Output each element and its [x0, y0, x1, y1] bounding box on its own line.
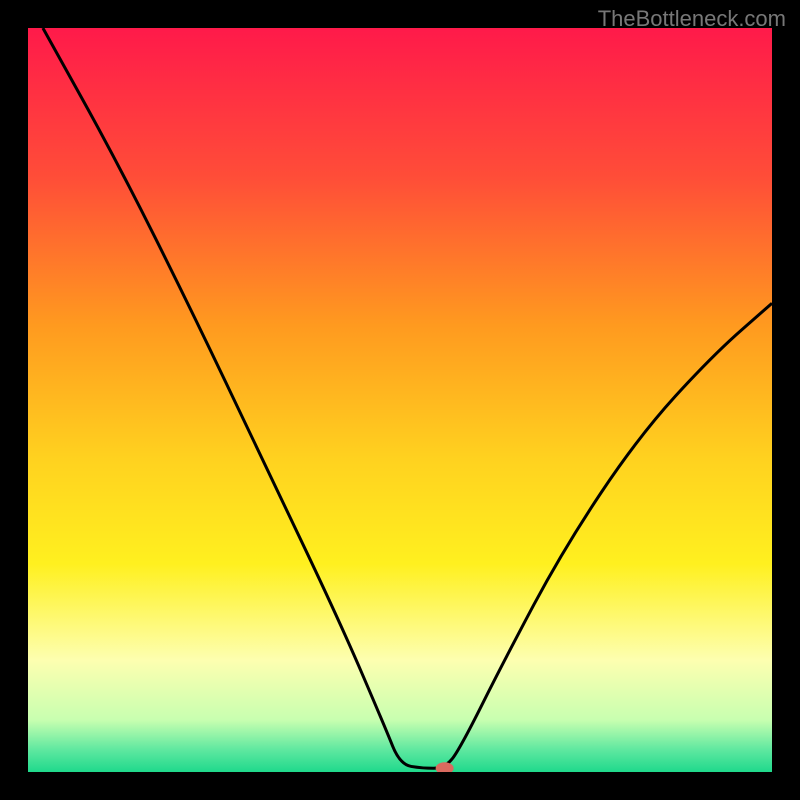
chart-container: TheBottleneck.com [0, 0, 800, 800]
watermark-text: TheBottleneck.com [598, 6, 786, 32]
chart-svg [28, 28, 772, 772]
gradient-background [28, 28, 772, 772]
plot-area [28, 28, 772, 772]
